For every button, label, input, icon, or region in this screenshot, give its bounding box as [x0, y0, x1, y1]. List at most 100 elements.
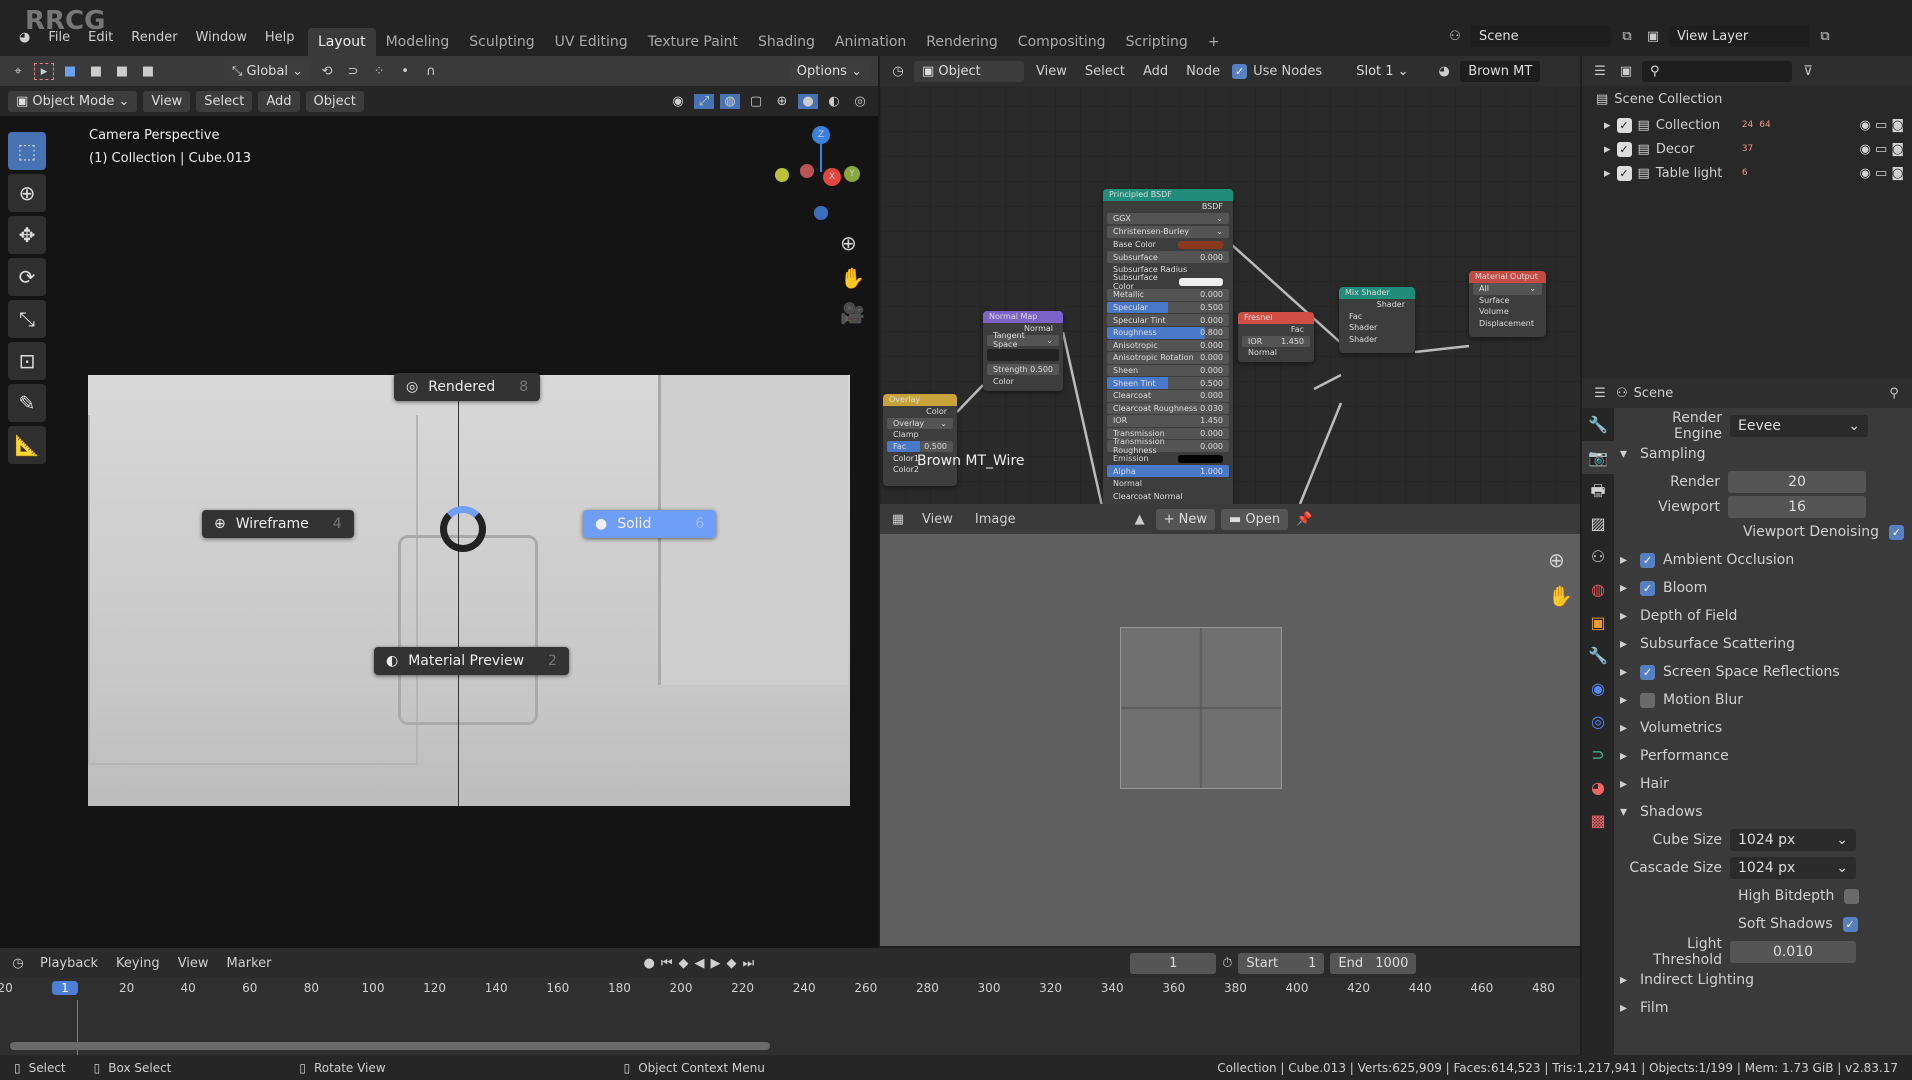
shading-solid-icon[interactable]: ● [798, 93, 818, 109]
panel-enable-checkbox[interactable]: ✓ [1640, 664, 1655, 680]
scene-field[interactable]: Scene [1471, 26, 1611, 47]
zoom-icon[interactable]: ⊕ [1548, 548, 1565, 572]
mode-dropdown[interactable]: ▣ Object Mode ⌄ [8, 90, 138, 112]
workspace-tab-uv-editing[interactable]: UV Editing [545, 28, 638, 56]
render-samples-field[interactable]: 20 [1728, 471, 1866, 493]
panel-enable-checkbox[interactable] [1640, 692, 1655, 708]
cascade-size-dropdown[interactable]: 1024 px ⌄ [1730, 857, 1856, 879]
view-layer-icon[interactable]: ▣ [1643, 29, 1663, 44]
bsdf-input-row[interactable]: Sheen 0.000 [1107, 364, 1229, 377]
camera-icon[interactable]: ◙ [1891, 142, 1904, 157]
timeline-ruler[interactable]: -201204060801001201401601802002202402602… [0, 978, 1580, 1000]
monitor-icon[interactable]: ▭ [1875, 166, 1891, 181]
material-tab-icon[interactable]: ◕ [1582, 771, 1614, 804]
cube-size-dropdown[interactable]: 1024 px ⌄ [1730, 829, 1856, 851]
menu-help[interactable]: Help [256, 30, 304, 45]
camera-icon[interactable]: ◙ [1891, 118, 1904, 133]
world-tab-icon[interactable]: ◍ [1582, 573, 1614, 606]
open-image-button[interactable]: ▬ Open [1220, 508, 1289, 530]
gizmo-neg-x[interactable] [800, 164, 814, 178]
panel-header[interactable]: ▸ ✓ Ambient Occlusion [1620, 546, 1910, 574]
outliner-type-icon[interactable]: ☰ [1590, 64, 1610, 79]
add-workspace-button[interactable]: + [1198, 28, 1230, 56]
subsurface-method-dropdown[interactable]: Christensen-Burley ⌄ [1107, 226, 1229, 238]
viewport-denoising-checkbox[interactable]: ✓ [1889, 524, 1904, 540]
current-frame-field[interactable]: 1 [1130, 952, 1217, 974]
blend-mode-dropdown[interactable]: Overlay ⌄ [887, 417, 953, 430]
fac-field[interactable]: Fac 0.500 [887, 440, 953, 453]
panel-enable-checkbox[interactable]: ✓ [1640, 580, 1655, 596]
expand-icon[interactable]: ▸ [1604, 142, 1611, 157]
texture-tab-icon[interactable]: ▩ [1582, 804, 1614, 837]
node-normal-map[interactable]: Normal Map Normal Tangent Space ⌄ Strengt… [983, 311, 1063, 391]
menu-view[interactable]: View [172, 956, 215, 971]
workspace-tab-sculpting[interactable]: Sculpting [459, 28, 544, 56]
sampling-panel-header[interactable]: ▾ Sampling [1620, 440, 1910, 468]
menu-view[interactable]: View [143, 90, 191, 112]
panel-header[interactable]: ▸ Performance [1620, 742, 1910, 770]
falloff-icon[interactable]: ∩ [421, 64, 441, 79]
shading-wireframe-icon[interactable]: ⊕ [772, 94, 792, 109]
panel-header[interactable]: ▸ Subsurface Scattering [1620, 630, 1910, 658]
pin-icon[interactable]: 📌 [1294, 512, 1314, 527]
menu-object[interactable]: Object [305, 90, 364, 112]
view-layer-tab-icon[interactable]: ▨ [1582, 507, 1614, 540]
move-icon[interactable]: ✥ [8, 216, 46, 254]
shader-editor[interactable]: ◷ ▣ Object View Select Add Node ✓ Use No… [880, 56, 1580, 504]
scale-icon[interactable]: ⤡ [8, 300, 46, 338]
bsdf-input-row[interactable]: Specular 0.500 [1107, 301, 1229, 314]
image-browse-icon[interactable]: ▲ [1130, 512, 1150, 527]
scene-icon[interactable]: ⚇ [1445, 29, 1465, 44]
jump-start-icon[interactable]: ⏮ [661, 956, 673, 971]
measure-icon[interactable]: 📐 [8, 426, 46, 464]
outliner-item[interactable]: ▸ ✓ ▤ Collection 24 64 ◉ ▭ ◙ [1582, 113, 1912, 137]
node-principled-bsdf[interactable]: Principled BSDF BSDF GGX ⌄ Christensen-Bu… [1103, 189, 1233, 504]
3d-viewport[interactable]: ▣ Object Mode ⌄ View Select Add Object ◉… [0, 86, 878, 948]
zoom-view-icon[interactable]: ⊕ [840, 231, 857, 255]
tool-tab-icon[interactable]: 🔧 [1582, 408, 1614, 441]
prev-keyframe-icon[interactable]: ◆ [679, 956, 689, 971]
output-tab-icon[interactable]: 🖶 [1582, 474, 1614, 507]
menu-file[interactable]: File [39, 30, 79, 45]
bsdf-input-row[interactable]: Specular Tint 0.000 [1107, 314, 1229, 326]
filter-icon[interactable]: ⊽ [1798, 64, 1818, 79]
shading-rendered-icon[interactable]: ◎ [850, 94, 870, 109]
bsdf-input-row[interactable]: Alpha 1.000 [1107, 465, 1229, 478]
bsdf-input-row[interactable]: Base Color [1107, 239, 1229, 251]
node-mix-shader[interactable]: Mix Shader Shader Fac Shader Shader [1339, 287, 1415, 353]
menu-image[interactable]: Image [967, 512, 1024, 527]
menu-edit[interactable]: Edit [79, 30, 122, 45]
panel-header[interactable]: ▸ Indirect Lighting [1620, 966, 1910, 994]
select-mode-subtract-icon[interactable]: ■ [112, 64, 132, 79]
select-mode-extend-icon[interactable]: ■ [86, 64, 106, 79]
menu-marker[interactable]: Marker [221, 956, 278, 971]
node-fresnel[interactable]: Fresnel Fac IOR 1.450 Normal [1238, 312, 1314, 362]
ior-field[interactable]: IOR 1.450 [1242, 335, 1310, 348]
bsdf-input-row[interactable]: IOR 1.450 [1107, 415, 1229, 427]
workspace-tab-scripting[interactable]: Scripting [1116, 28, 1198, 56]
gizmo-neg-y[interactable] [775, 168, 789, 182]
visibility-icon[interactable]: ◉ [668, 94, 688, 109]
eye-icon[interactable]: ◉ [1859, 142, 1874, 157]
workspace-tab-animation[interactable]: Animation [825, 28, 916, 56]
bsdf-input-row[interactable]: Normal [1107, 478, 1229, 490]
bsdf-input-row[interactable]: Clearcoat Normal [1107, 491, 1229, 503]
distribution-dropdown[interactable]: GGX ⌄ [1107, 212, 1229, 225]
workspace-tab-layout[interactable]: Layout [308, 28, 376, 56]
monitor-icon[interactable]: ▭ [1875, 142, 1891, 157]
bsdf-input-row[interactable]: Anisotropic Rotation 0.000 [1107, 352, 1229, 364]
outliner-item[interactable]: ▸ ✓ ▤ Table light 6 ◉ ▭ ◙ [1582, 161, 1912, 185]
new-image-button[interactable]: + New [1155, 508, 1215, 530]
pivot-icon[interactable]: ⟲ [317, 64, 337, 79]
modifier-tab-icon[interactable]: 🔧 [1582, 639, 1614, 672]
menu-add[interactable]: Add [258, 90, 300, 112]
scene-tab-icon[interactable]: ⚇ [1582, 540, 1614, 573]
constraints-tab-icon[interactable]: ⊃ [1582, 738, 1614, 771]
panel-header[interactable]: ▸ Volumetrics [1620, 714, 1910, 742]
exclude-checkbox[interactable]: ✓ [1616, 141, 1632, 157]
outliner-item[interactable]: ▸ ✓ ▤ Decor 37 ◉ ▭ ◙ [1582, 137, 1912, 161]
view-layer-field[interactable]: View Layer [1669, 26, 1809, 47]
record-icon[interactable]: ● [643, 956, 654, 971]
transform-orientation-dropdown[interactable]: ⤡ Global ⌄ [224, 60, 312, 82]
workspace-tab-rendering[interactable]: Rendering [916, 28, 1008, 56]
